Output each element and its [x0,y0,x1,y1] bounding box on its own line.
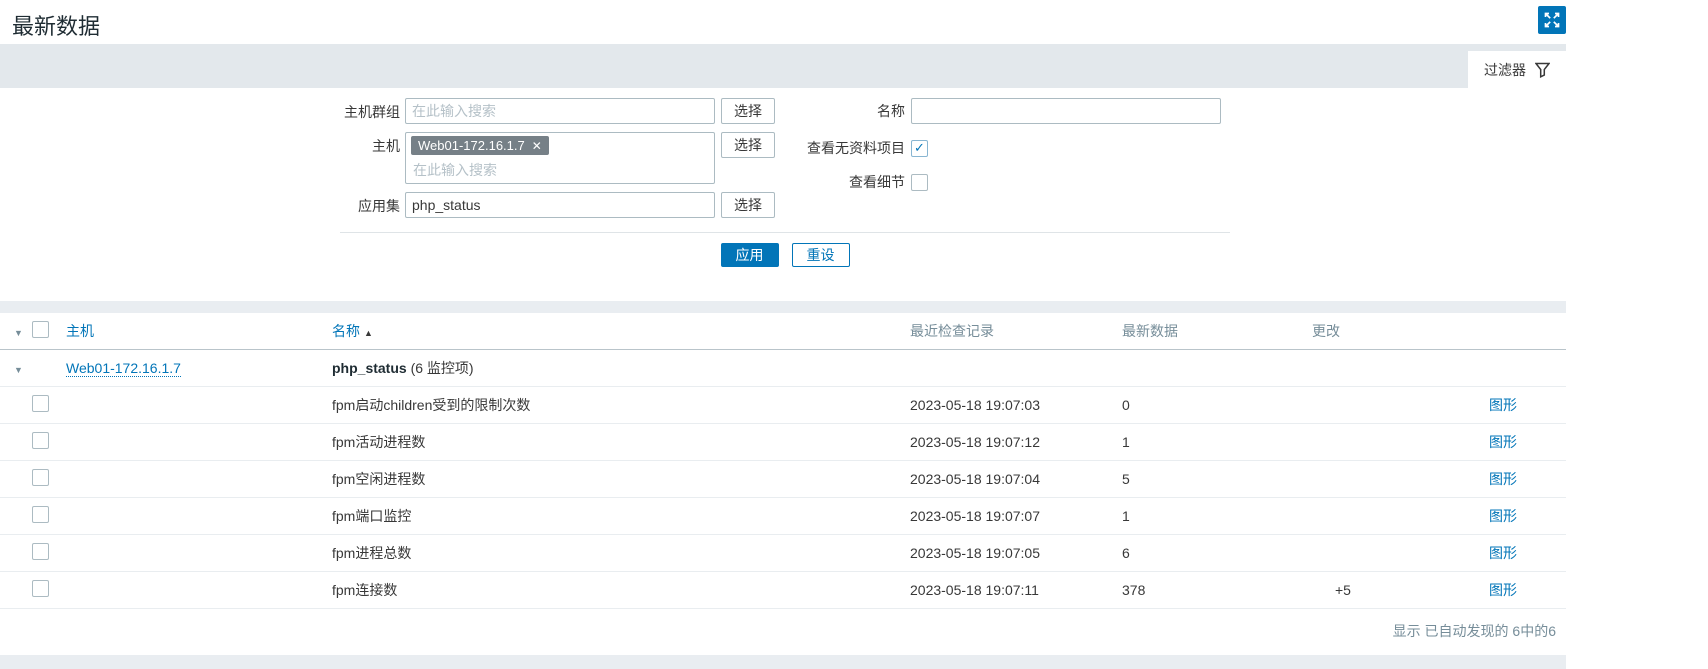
item-name: fpm启动children受到的限制次数 [330,387,908,424]
filter-row-application: 应用集 选择 [0,192,1566,218]
reset-button[interactable]: 重设 [792,243,850,267]
show-details-label: 查看细节 [776,172,905,192]
filter-strip: 过滤器 [0,44,1566,88]
item-name: fpm活动进程数 [330,424,908,461]
graph-link[interactable]: 图形 [1484,471,1517,487]
row-checkbox[interactable] [32,506,49,523]
table-footer-summary: 显示 已自动发现的 6中的6 [0,609,1566,656]
group-collapse-icon[interactable]: ▼ [14,365,23,375]
application-count: (6 监控项) [407,360,474,376]
row-checkbox[interactable] [32,580,49,597]
collapse-all-icon[interactable]: ▼ [14,328,23,338]
filter-row-show-without-data: 查看无资料项目 ✓ [776,138,928,158]
filter-row-name: 名称 [776,98,1221,124]
hosts-select-button[interactable]: 选择 [721,132,775,158]
filter-tab-label: 过滤器 [1484,60,1526,80]
name-label: 名称 [776,101,905,121]
group-row: ▼ Web01-172.16.1.7 php_status (6 监控项) [0,350,1566,387]
host-groups-input[interactable] [405,98,715,124]
change-value [1310,424,1482,461]
item-name: fpm进程总数 [330,535,908,572]
column-header-graph [1482,313,1566,350]
last-check-value: 2023-05-18 19:07:04 [908,461,1120,498]
hosts-multiselect[interactable]: Web01-172.16.1.7 ✕ 在此输入搜索 [405,132,715,184]
change-value [1310,461,1482,498]
host-groups-label: 主机群组 [0,98,405,122]
content-area: 过滤器 主机群组 选择 主机 Web01-172.16.1.7 ✕ 在此输入搜索… [0,44,1566,669]
filter-row-show-details: 查看细节 ✓ [776,172,928,192]
application-input[interactable] [405,192,715,218]
last-check-value: 2023-05-18 19:07:07 [908,498,1120,535]
host-groups-select-button[interactable]: 选择 [721,98,775,124]
table-row: fpm进程总数 2023-05-18 19:07:05 6 图形 [0,535,1566,572]
application-select-button[interactable]: 选择 [721,192,775,218]
column-header-last-check: 最近检查记录 [908,313,1120,350]
column-header-last-value: 最新数据 [1120,313,1310,350]
row-checkbox[interactable] [32,432,49,449]
page-header: 最新数据 [0,0,1708,44]
row-checkbox[interactable] [32,543,49,560]
graph-link[interactable]: 图形 [1484,434,1517,450]
chip-remove-icon[interactable]: ✕ [532,140,542,152]
table-row: fpm空闲进程数 2023-05-18 19:07:04 5 图形 [0,461,1566,498]
application-name: php_status [332,360,407,376]
last-check-value: 2023-05-18 19:07:05 [908,535,1120,572]
show-details-checkbox[interactable]: ✓ [911,174,928,191]
last-check-value: 2023-05-18 19:07:11 [908,572,1120,609]
host-chip-label: Web01-172.16.1.7 [418,138,525,153]
show-without-data-label: 查看无资料项目 [776,138,905,158]
host-chip: Web01-172.16.1.7 ✕ [411,136,549,155]
latest-value: 378 [1120,572,1310,609]
last-check-value: 2023-05-18 19:07:12 [908,424,1120,461]
table-footer-row: 显示 已自动发现的 6中的6 [0,609,1566,656]
sort-asc-icon: ▲ [364,328,373,338]
item-name: fpm空闲进程数 [330,461,908,498]
show-without-data-checkbox[interactable]: ✓ [911,140,928,157]
column-header-name[interactable]: 名称▲ [330,313,908,350]
latest-data-table-panel: ▼ 主机 名称▲ 最近检查记录 最新数据 更改 ▼ Web01-172.16.1… [0,313,1566,655]
graph-link[interactable]: 图形 [1484,508,1517,524]
latest-value: 1 [1120,498,1310,535]
table-row: fpm启动children受到的限制次数 2023-05-18 19:07:03… [0,387,1566,424]
last-check-value: 2023-05-18 19:07:03 [908,387,1120,424]
column-header-host[interactable]: 主机 [64,313,330,350]
page-title: 最新数据 [0,0,100,41]
fullscreen-button[interactable] [1538,6,1566,34]
table-row: fpm端口监控 2023-05-18 19:07:07 1 图形 [0,498,1566,535]
latest-value: 5 [1120,461,1310,498]
name-input[interactable] [911,98,1221,124]
filter-panel: 主机群组 选择 主机 Web01-172.16.1.7 ✕ 在此输入搜索 选择 … [0,88,1566,301]
host-link[interactable]: Web01-172.16.1.7 [66,360,181,377]
application-label: 应用集 [0,192,405,216]
filter-tab[interactable]: 过滤器 [1468,51,1566,88]
check-icon: ✓ [914,140,925,156]
item-name: fpm连接数 [330,572,908,609]
row-checkbox[interactable] [32,469,49,486]
table-header-row: ▼ 主机 名称▲ 最近检查记录 最新数据 更改 [0,313,1566,350]
change-value: +5 [1310,572,1482,609]
funnel-icon [1535,62,1550,78]
select-all-checkbox[interactable] [32,321,49,338]
table-row: fpm活动进程数 2023-05-18 19:07:12 1 图形 [0,424,1566,461]
row-checkbox[interactable] [32,395,49,412]
graph-link[interactable]: 图形 [1484,582,1517,598]
column-header-change: 更改 [1310,313,1482,350]
apply-button[interactable]: 应用 [721,243,779,267]
fullscreen-icon [1544,12,1560,28]
latest-value: 0 [1120,387,1310,424]
graph-link[interactable]: 图形 [1484,397,1517,413]
hosts-search-placeholder[interactable]: 在此输入搜索 [411,158,709,180]
latest-data-table: ▼ 主机 名称▲ 最近检查记录 最新数据 更改 ▼ Web01-172.16.1… [0,313,1566,655]
item-name: fpm端口监控 [330,498,908,535]
change-value [1310,498,1482,535]
change-value [1310,535,1482,572]
latest-value: 6 [1120,535,1310,572]
hosts-label: 主机 [0,132,405,156]
graph-link[interactable]: 图形 [1484,545,1517,561]
change-value [1310,387,1482,424]
action-bar: 0 选择 显示堆叠数据图 显示数据图 CSDN @我是koten [0,655,1566,669]
latest-value: 1 [1120,424,1310,461]
filter-buttons: 应用 重设 [0,233,1566,301]
table-row: fpm连接数 2023-05-18 19:07:11 378 +5 图形 [0,572,1566,609]
